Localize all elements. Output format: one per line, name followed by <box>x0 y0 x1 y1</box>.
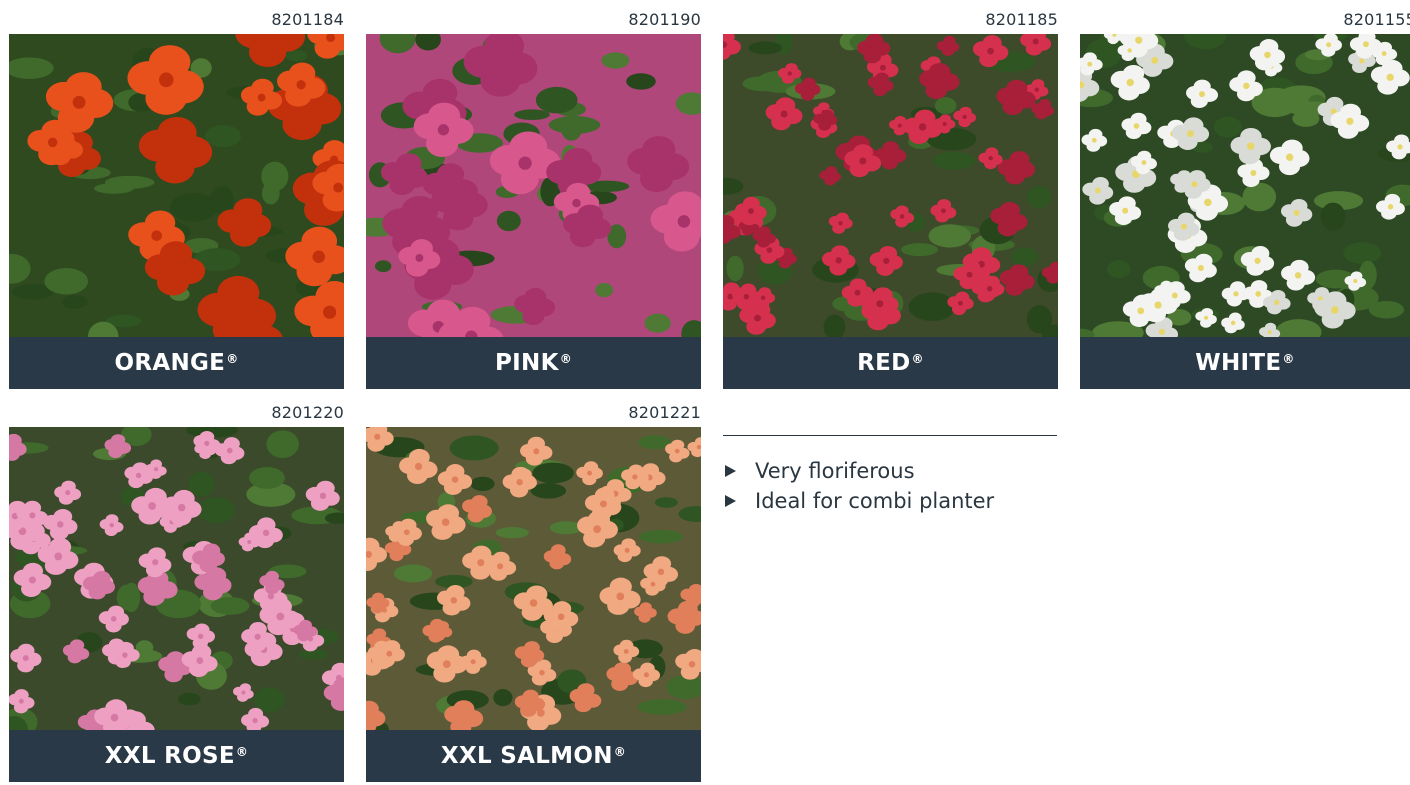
product-name-label: PINK® <box>366 337 701 389</box>
leaf-shape <box>1368 300 1405 319</box>
product-card-xxl-salmon[interactable]: 8201221 XXL SALMON® <box>366 399 701 782</box>
leaf-shape <box>285 50 308 62</box>
leaf-shape <box>1107 260 1131 279</box>
product-code: 8201190 <box>628 10 701 29</box>
leaf-shape <box>1320 202 1346 231</box>
leaf-shape <box>261 161 289 192</box>
flower-illustration <box>1080 34 1410 337</box>
leaf-shape <box>1242 182 1277 212</box>
product-photo <box>366 427 701 730</box>
product-photo <box>366 34 701 337</box>
leaf-shape <box>197 497 236 524</box>
leaf-shape <box>393 564 433 583</box>
leaf-shape <box>1011 247 1039 266</box>
leaf-shape <box>595 283 614 298</box>
product-name-label: XXL ROSE® <box>9 730 344 782</box>
product-card-red[interactable]: 8201185 RED® <box>723 6 1058 389</box>
leaf-shape <box>204 125 241 148</box>
product-photo <box>9 427 344 730</box>
product-code: 8201185 <box>985 10 1058 29</box>
flower-illustration <box>723 34 1058 337</box>
leaf-shape <box>928 224 972 248</box>
registered-mark: ® <box>559 352 572 366</box>
leaf-shape <box>495 527 530 539</box>
registered-mark: ® <box>911 352 924 366</box>
leaf-shape <box>1213 116 1242 138</box>
leaf-shape <box>188 471 215 497</box>
flower-illustration <box>9 34 344 337</box>
leaf-shape <box>266 430 299 459</box>
feature-item: Very floriferous <box>723 456 1057 486</box>
registered-mark: ® <box>1282 352 1295 366</box>
leaf-shape <box>561 118 582 141</box>
product-card-xxl-rose[interactable]: 8201220 XXL ROSE® <box>9 399 344 782</box>
product-code: 8201220 <box>271 403 344 422</box>
triangle-bullet-icon <box>725 465 736 477</box>
leaf-shape <box>932 151 976 170</box>
leaf-shape <box>654 497 678 508</box>
leaf-shape <box>449 435 499 461</box>
flower-illustration <box>366 427 701 730</box>
leaf-shape <box>626 73 656 90</box>
leaf-shape <box>249 467 285 489</box>
leaf-shape <box>639 529 684 544</box>
product-card-orange[interactable]: 8201184 ORANGE® <box>9 6 344 389</box>
leaf-shape <box>496 210 521 232</box>
product-code: 8201221 <box>628 403 701 422</box>
leaf-shape <box>470 476 495 492</box>
leaf-shape <box>177 692 201 706</box>
leaf-shape <box>934 97 957 115</box>
leaf-shape <box>901 243 939 257</box>
leaf-shape <box>94 183 134 194</box>
leaf-shape <box>1343 242 1382 264</box>
leaf-shape <box>493 689 513 707</box>
product-code: 8201155 <box>1343 10 1410 29</box>
catalog-page: 8201184 ORANGE® 8201190 PINK® 8201185 RE… <box>0 0 1410 785</box>
feature-list: Very floriferous Ideal for combi planter <box>723 435 1057 516</box>
leaf-shape <box>374 260 392 273</box>
product-photo <box>1080 34 1410 337</box>
leaf-shape <box>514 109 550 121</box>
leaf-shape <box>532 462 574 484</box>
triangle-bullet-icon <box>725 495 736 507</box>
product-card-white[interactable]: 8201155 WHITE® <box>1080 6 1410 389</box>
registered-mark: ® <box>613 745 627 759</box>
feature-item: Ideal for combi planter <box>723 486 1057 516</box>
leaf-shape <box>61 295 88 309</box>
product-photo <box>723 34 1058 337</box>
product-photo <box>9 34 344 337</box>
leaf-shape <box>44 267 89 295</box>
product-name-label: WHITE® <box>1080 337 1410 389</box>
registered-mark: ® <box>235 745 249 759</box>
flower-illustration <box>9 427 344 730</box>
flower-illustration <box>366 34 701 337</box>
product-name-label: RED® <box>723 337 1058 389</box>
leaf-shape <box>1026 185 1052 209</box>
leaf-shape <box>908 292 956 322</box>
leaf-shape <box>726 255 744 282</box>
leaf-shape <box>535 86 578 114</box>
leaf-shape <box>601 52 630 69</box>
leaf-shape <box>637 699 687 715</box>
product-card-pink[interactable]: 8201190 PINK® <box>366 6 701 389</box>
leaf-shape <box>748 41 782 55</box>
registered-mark: ® <box>226 352 239 366</box>
product-code: 8201184 <box>271 10 344 29</box>
product-name-label: XXL SALMON® <box>366 730 701 782</box>
leaf-shape <box>644 313 671 333</box>
product-name-label: ORANGE® <box>9 337 344 389</box>
